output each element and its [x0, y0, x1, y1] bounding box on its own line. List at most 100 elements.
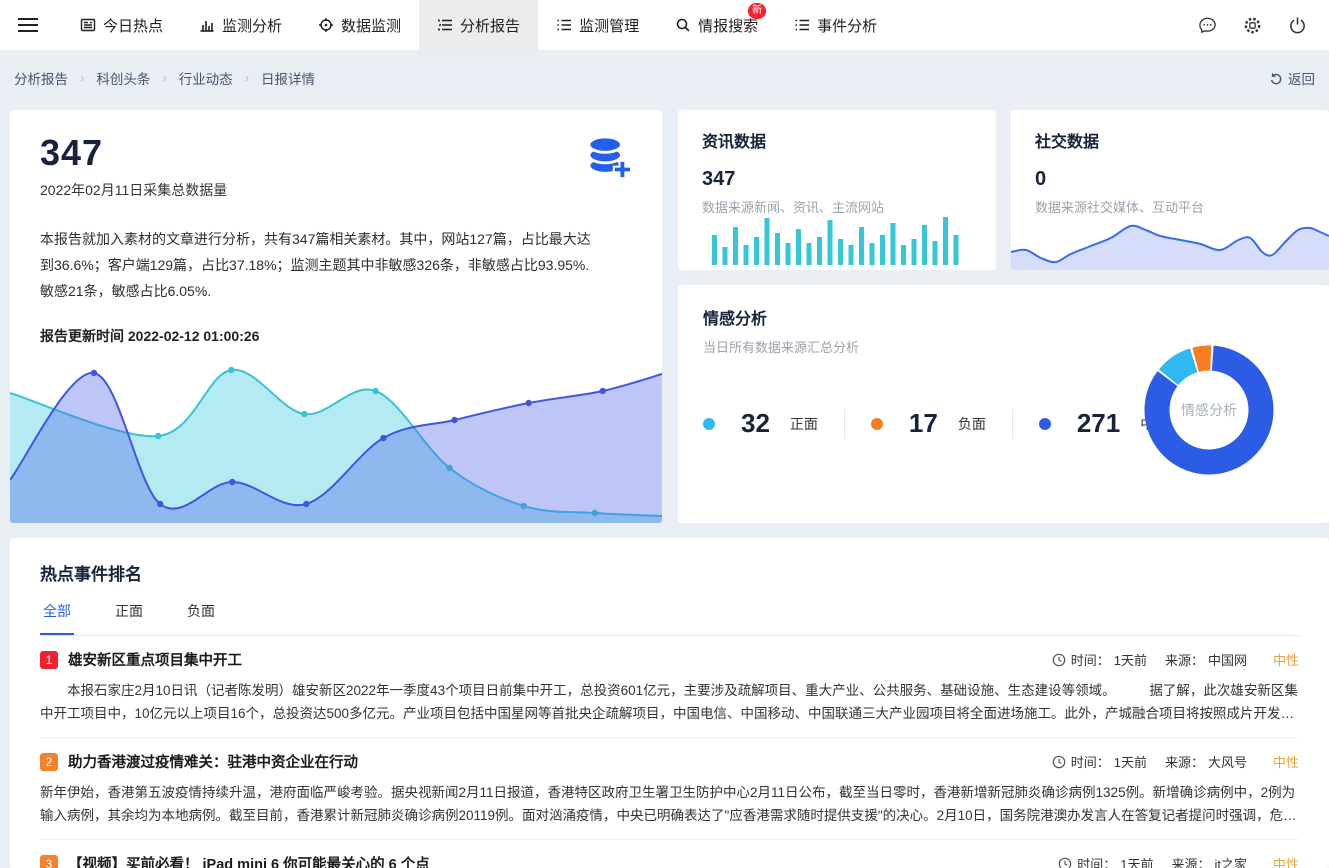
- report-icon: [437, 17, 453, 33]
- rank-badge: 1: [40, 651, 58, 669]
- legend-divider: [844, 409, 845, 439]
- nav-label: 监测分析: [222, 15, 282, 36]
- bar-chart-icon: [199, 17, 215, 33]
- event-title[interactable]: 【视频】买前必看！ iPad mini 6 你可能最关心的 6 个点: [68, 853, 430, 868]
- power-icon[interactable]: [1288, 16, 1307, 35]
- return-arrow-icon: [1269, 71, 1283, 85]
- total-count: 347: [40, 132, 632, 174]
- time-value: 1天前: [1114, 752, 1147, 771]
- time-value: 1天前: [1120, 854, 1153, 868]
- negative-label: 负面: [958, 414, 986, 434]
- social-line-chart: [1011, 210, 1329, 270]
- rank-badge: 3: [40, 855, 58, 868]
- neutral-dot-icon: [1039, 418, 1051, 430]
- rank-badge: 2: [40, 753, 58, 771]
- positive-label: 正面: [790, 414, 818, 434]
- event-title[interactable]: 雄安新区重点项目集中开工: [68, 649, 242, 670]
- sentiment-card-title: 情感分析: [703, 305, 1304, 329]
- positive-count: 32: [741, 408, 770, 439]
- source-value: 大风号: [1208, 752, 1247, 771]
- sentiment-donut-chart: 情感分析: [1139, 340, 1279, 480]
- social-card-title: 社交数据: [1035, 128, 1305, 152]
- tab-positive[interactable]: 正面: [112, 601, 146, 635]
- breadcrumb: 分析报告 › 科创头条 › 行业动态 › 日报详情: [14, 68, 315, 88]
- new-badge: 新: [748, 3, 766, 19]
- event-summary: 本报石家庄2月10日讯（记者陈发明）雄安新区2022年一季度43个项目日前集中开…: [40, 679, 1299, 725]
- updated-time: 2022-02-12 01:00:26: [128, 328, 260, 344]
- nav-label: 数据监测: [341, 15, 401, 36]
- social-data-card: 社交数据 0 数据来源社交媒体、互动平台: [1011, 110, 1329, 270]
- settings-gear-icon[interactable]: [1243, 16, 1262, 35]
- breadcrumb-separator: ›: [162, 70, 166, 85]
- manage-list-icon: [556, 17, 572, 33]
- clock-icon: [1052, 755, 1066, 769]
- time-label: 时间：: [1071, 752, 1110, 771]
- report-description: 本报告就加入素材的文章进行分析，共有347篇相关素材。其中，网站127篇，占比最…: [40, 226, 632, 304]
- source-label: 来源：: [1165, 752, 1204, 771]
- target-icon: [318, 17, 334, 33]
- updated-label: 报告更新时间: [40, 328, 124, 344]
- nav-label: 今日热点: [103, 15, 163, 36]
- tab-all[interactable]: 全部: [40, 601, 74, 635]
- news-card-title: 资讯数据: [702, 128, 972, 152]
- database-plus-icon: [586, 136, 632, 180]
- daily-summary-card: 347 2022年02月11日采集总数据量 本报告就加入素材的文章进行分析，共有…: [10, 110, 662, 523]
- back-label: 返回: [1288, 68, 1315, 88]
- positive-dot-icon: [703, 418, 715, 430]
- event-summary: 新年伊始，香港第五波疫情持续升温，港府面临严峻考验。据央视新闻2月11日报道，香…: [40, 781, 1299, 827]
- legend-positive: 32 正面: [703, 408, 818, 439]
- breadcrumb-item[interactable]: 科创头条: [96, 68, 150, 88]
- nav-item-event-analysis[interactable]: 事件分析: [776, 0, 895, 50]
- neutral-count: 271: [1077, 408, 1120, 439]
- message-icon[interactable]: [1198, 16, 1217, 35]
- breadcrumb-item[interactable]: 行业动态: [179, 68, 233, 88]
- time-label: 时间：: [1071, 650, 1110, 669]
- breadcrumb-bar: 分析报告 › 科创头条 › 行业动态 › 日报详情 返回: [0, 50, 1329, 105]
- hot-events-title: 热点事件排名: [40, 560, 1299, 585]
- sentiment-tag: 中性: [1273, 752, 1299, 771]
- nav-item-hot-today[interactable]: 今日热点: [62, 0, 181, 50]
- clock-icon: [1052, 653, 1066, 667]
- back-button[interactable]: 返回: [1269, 68, 1315, 88]
- event-item-2: 2 助力香港渡过疫情难关：驻港中资企业在行动 时间：1天前 来源：大风号 中性 …: [40, 738, 1299, 840]
- nav-label: 监测管理: [579, 15, 639, 36]
- source-value: it之家: [1214, 854, 1247, 868]
- event-title[interactable]: 助力香港渡过疫情难关：驻港中资企业在行动: [68, 751, 358, 772]
- event-list-icon: [794, 17, 810, 33]
- nav-label: 事件分析: [817, 15, 877, 36]
- breadcrumb-separator: ›: [80, 70, 84, 85]
- donut-center-label: 情感分析: [1139, 340, 1279, 480]
- nav-label: 情报搜索: [698, 15, 758, 36]
- legend-divider: [1012, 409, 1013, 439]
- sentiment-tag: 中性: [1273, 650, 1299, 669]
- nav-item-monitor-manage[interactable]: 监测管理: [538, 0, 657, 50]
- breadcrumb-item[interactable]: 日报详情: [261, 68, 315, 88]
- news-bar-chart: [711, 209, 963, 265]
- hamburger-menu-icon[interactable]: [18, 17, 38, 33]
- nav-item-data-monitor[interactable]: 数据监测: [300, 0, 419, 50]
- event-item-1: 1 雄安新区重点项目集中开工 时间：1天前 来源：中国网 中性 本报石家庄2月1…: [40, 636, 1299, 738]
- social-card-value: 0: [1035, 168, 1305, 191]
- time-value: 1天前: [1114, 650, 1147, 669]
- nav-label: 分析报告: [460, 15, 520, 36]
- tab-negative[interactable]: 负面: [184, 601, 218, 635]
- news-card-value: 347: [702, 168, 972, 191]
- breadcrumb-separator: ›: [245, 70, 249, 85]
- nav-item-analysis-report[interactable]: 分析报告: [419, 0, 538, 50]
- nav-item-intel-search[interactable]: 情报搜索 新: [657, 0, 776, 50]
- negative-count: 17: [909, 408, 938, 439]
- breadcrumb-item[interactable]: 分析报告: [14, 68, 68, 88]
- nav-item-monitor-analysis[interactable]: 监测分析: [181, 0, 300, 50]
- sentiment-tag: 中性: [1273, 854, 1299, 868]
- source-value: 中国网: [1208, 650, 1247, 669]
- legend-negative: 17 负面: [871, 408, 986, 439]
- top-navbar: 今日热点 监测分析 数据监测 分析报告 监测管理: [0, 0, 1329, 50]
- total-count-subtitle: 2022年02月11日采集总数据量: [40, 180, 632, 200]
- clock-icon: [1058, 857, 1072, 868]
- source-label: 来源：: [1165, 650, 1204, 669]
- news-icon: [80, 17, 96, 33]
- hot-events-tabs: 全部 正面 负面: [40, 601, 1299, 636]
- time-label: 时间：: [1077, 854, 1116, 868]
- hot-events-card: 热点事件排名 全部 正面 负面 1 雄安新区重点项目集中开工 时间：1天前 来源…: [10, 538, 1329, 868]
- sentiment-analysis-card: 情感分析 当日所有数据来源汇总分析 32 正面 17 负面: [678, 285, 1329, 523]
